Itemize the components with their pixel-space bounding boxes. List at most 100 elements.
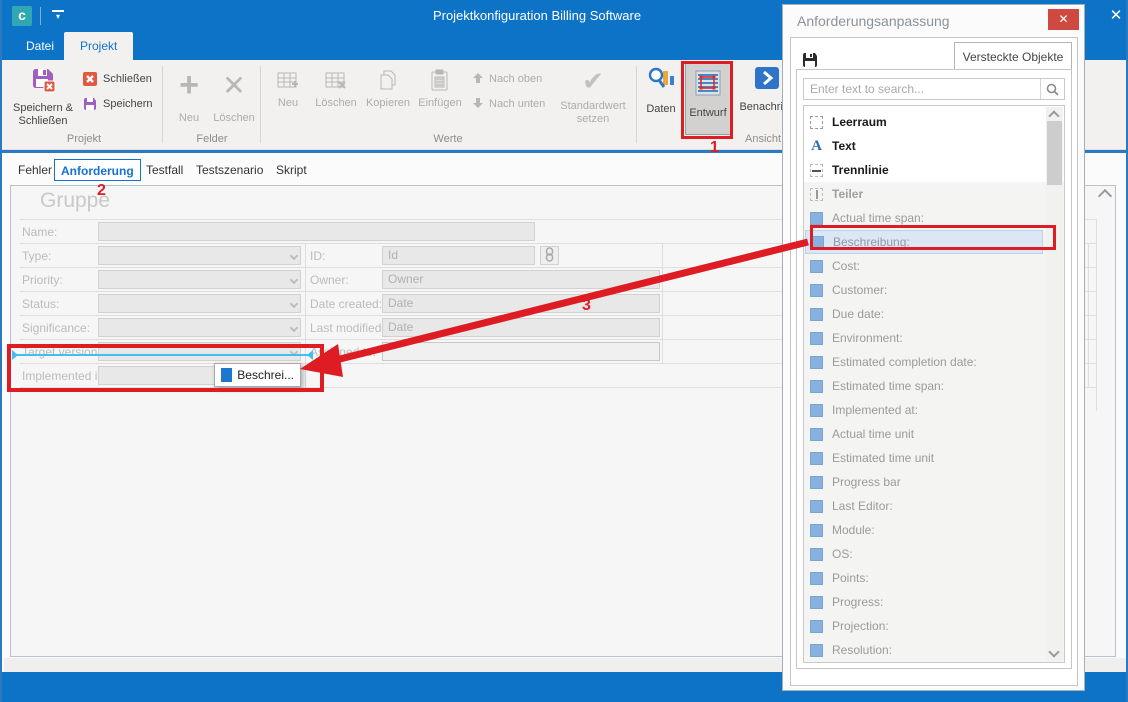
date-created-field[interactable]: Date [382, 294, 660, 313]
blue-box-icon [810, 428, 823, 441]
panel-save-icon[interactable] [801, 51, 819, 69]
list-item-label: Estimated time span: [832, 379, 944, 393]
blue-box-icon [810, 572, 823, 585]
field-label: ID: [310, 249, 325, 263]
link-chain-icon[interactable] [540, 246, 559, 265]
blue-box-icon [810, 500, 823, 513]
save-close-button[interactable]: Speichern & Schließen [10, 64, 76, 128]
list-item[interactable]: Beschreibung: [805, 230, 1043, 254]
panel-title: Anforderungsanpassung [797, 13, 950, 29]
app-window: c ▾ Projektkonfiguration Billing Softwar… [0, 0, 1128, 702]
blue-box-icon [810, 404, 823, 417]
field-label: Name: [22, 225, 57, 239]
move-down-button[interactable]: Nach unten [472, 93, 545, 115]
id-field[interactable]: Id [382, 246, 535, 265]
list-item[interactable]: OS: [805, 542, 1043, 566]
list-item[interactable]: Resolution: [805, 638, 1043, 662]
blue-box-icon [810, 476, 823, 489]
search-box [803, 78, 1065, 100]
table-delete-icon [323, 85, 349, 97]
scroll-up-icon[interactable] [1048, 110, 1059, 121]
copy-icon [375, 85, 401, 97]
list-item-label: Customer: [832, 283, 887, 297]
list-item[interactable]: Text [805, 134, 1043, 158]
target-version-dropdown[interactable] [98, 342, 301, 361]
search-input[interactable] [804, 79, 1038, 99]
blue-box-icon [810, 524, 823, 537]
close-project-button[interactable]: Schließen [82, 68, 152, 90]
last-modified-field[interactable]: Date [382, 318, 660, 337]
search-icon[interactable] [1040, 79, 1064, 99]
list-item[interactable]: Projection: [805, 614, 1043, 638]
list-item[interactable]: Progress bar [805, 470, 1043, 494]
list-item[interactable]: Actual time span: [805, 206, 1043, 230]
tab-fehler[interactable]: Fehler [12, 159, 58, 181]
drag-ghost: Beschrei... [214, 363, 301, 387]
chevron-down-icon [290, 324, 298, 332]
tab-testszenario[interactable]: Testszenario [190, 159, 269, 181]
list-item[interactable]: Actual time unit [805, 422, 1043, 446]
move-up-button[interactable]: Nach oben [472, 68, 542, 90]
list-item[interactable]: Risk: [805, 662, 1043, 663]
list-item[interactable]: Due date: [805, 302, 1043, 326]
hidden-objects-list: LeerraumTextTrennlinieTeilerActual time … [803, 105, 1065, 663]
list-item[interactable]: Estimated time unit [805, 446, 1043, 470]
type-dropdown[interactable] [98, 246, 301, 265]
list-item[interactable]: Customer: [805, 278, 1043, 302]
tab-skript[interactable]: Skript [270, 159, 313, 181]
separator-line-icon [810, 164, 823, 177]
tab-versteckte-objekte[interactable]: Versteckte Objekte [954, 42, 1072, 70]
field-label: Date created: [310, 297, 382, 311]
paste-button[interactable]: Einfügen [415, 68, 465, 110]
status-dropdown[interactable] [98, 294, 301, 313]
ribbon-tab-datei[interactable]: Datei [10, 32, 70, 60]
list-item[interactable]: Implemented at: [805, 398, 1043, 422]
ribbon-tab-projekt[interactable]: Projekt [64, 32, 133, 60]
field-label: Significance: [22, 321, 90, 335]
list-item[interactable]: Teiler [805, 182, 1043, 206]
field-label: Status: [22, 297, 59, 311]
list-item[interactable]: Estimated time span: [805, 374, 1043, 398]
tab-anforderung[interactable]: Anforderung [54, 159, 141, 181]
values-delete-button[interactable]: Löschen [311, 68, 361, 110]
form-section-title: Gruppe [40, 189, 110, 213]
significance-dropdown[interactable] [98, 318, 301, 337]
assigned-to-field[interactable] [382, 342, 660, 361]
name-field[interactable] [98, 222, 535, 241]
list-item[interactable]: Leerraum [805, 110, 1043, 134]
set-default-button[interactable]: ✔ Standardwert setzen [554, 66, 632, 126]
fields-delete-button[interactable]: ✕ Löschen [210, 66, 258, 125]
list-item[interactable]: Progress: [805, 590, 1043, 614]
design-selection-icon [695, 70, 721, 99]
fields-new-button[interactable]: + Neu [168, 66, 210, 125]
list-item[interactable]: Trennlinie [805, 158, 1043, 182]
list-item[interactable]: Environment: [805, 326, 1043, 350]
checkmark-icon: ✔ [554, 66, 632, 96]
list-item[interactable]: Module: [805, 518, 1043, 542]
chevron-down-icon [290, 252, 298, 260]
plus-icon: + [168, 66, 210, 104]
list-item[interactable]: Estimated completion date: [805, 350, 1043, 374]
list-item-label: Implemented at: [832, 403, 918, 417]
list-item[interactable]: Cost: [805, 254, 1043, 278]
list-item[interactable]: Points: [805, 566, 1043, 590]
copy-button[interactable]: Kopieren [362, 68, 414, 110]
dashed-box-icon [810, 116, 823, 129]
scroll-thumb[interactable] [1047, 121, 1062, 185]
blue-box-icon [810, 356, 823, 369]
panel-close-icon[interactable]: ✕ [1048, 9, 1079, 30]
save-button[interactable]: Speichern [82, 93, 153, 115]
scroll-down-icon[interactable] [1048, 646, 1059, 657]
splitter-icon [810, 188, 823, 201]
list-scrollbar[interactable] [1046, 107, 1063, 661]
window-close-icon[interactable]: ✕ [1104, 4, 1128, 28]
design-view-button[interactable]: Entwurf [685, 63, 731, 135]
blue-box-icon [221, 368, 232, 382]
x-icon: ✕ [210, 66, 258, 106]
data-view-button[interactable]: Daten [640, 64, 682, 116]
owner-field[interactable]: Owner [382, 270, 660, 289]
tab-testfall[interactable]: Testfall [140, 159, 189, 181]
values-new-button[interactable]: Neu [266, 68, 310, 110]
list-item[interactable]: Last Editor: [805, 494, 1043, 518]
priority-dropdown[interactable] [98, 270, 301, 289]
